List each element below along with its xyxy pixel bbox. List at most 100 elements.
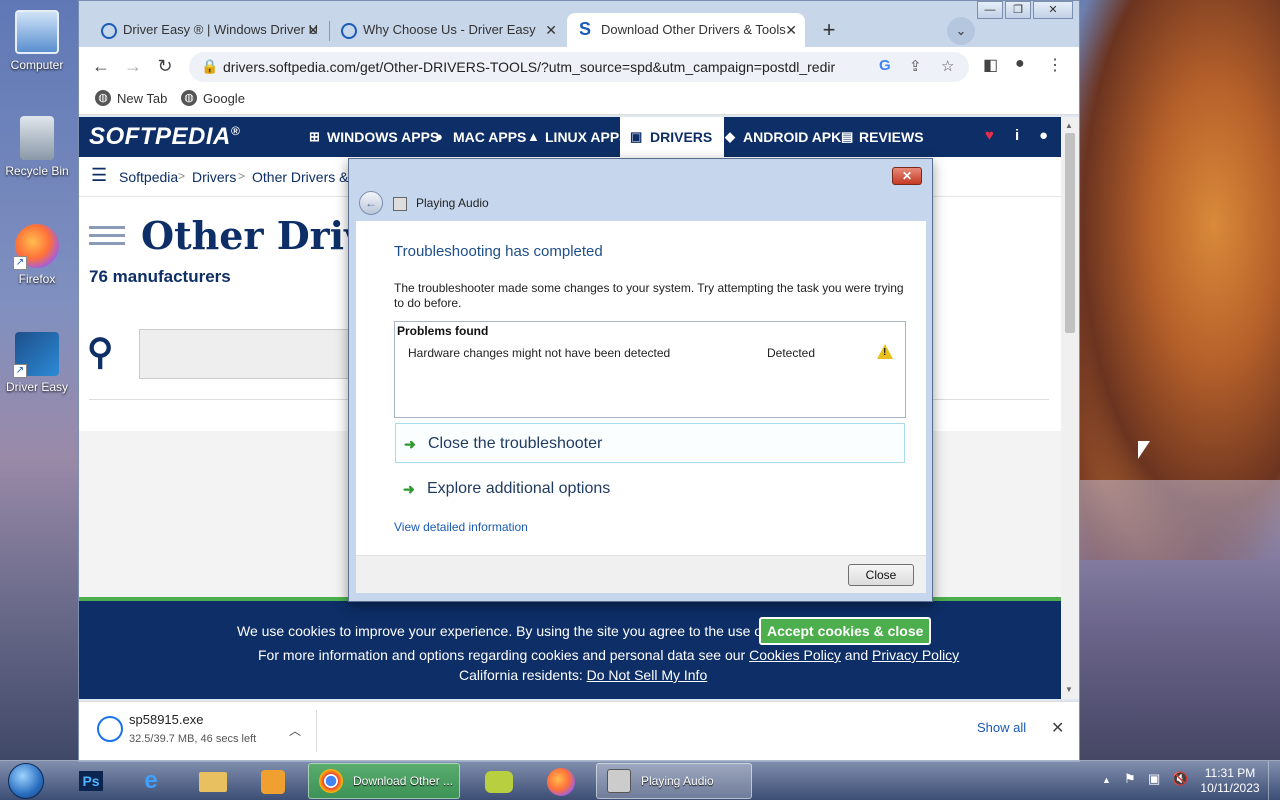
- driver-easy-icon: ↗: [13, 332, 59, 378]
- tab-search-button[interactable]: ⌄: [947, 17, 975, 45]
- cookie-info-line: For more information and options regardi…: [258, 647, 959, 663]
- share-icon[interactable]: ⇪: [909, 57, 922, 75]
- taskbar-internet-explorer[interactable]: e: [126, 764, 176, 798]
- download-progress-icon[interactable]: [97, 716, 123, 742]
- hamburger-icon[interactable]: ☰: [91, 165, 107, 186]
- desktop-icon-computer[interactable]: Computer: [0, 10, 74, 72]
- new-tab-button[interactable]: +: [815, 17, 843, 45]
- side-panel-icon[interactable]: ◧: [983, 55, 998, 75]
- breadcrumb-drivers[interactable]: Drivers: [192, 169, 236, 185]
- nav-linux-apps[interactable]: ▲ LINUX APPS: [525, 117, 629, 157]
- google-lens-icon[interactable]: G: [879, 57, 891, 74]
- dialog-close-button[interactable]: ✕: [892, 167, 922, 185]
- bookmark-google[interactable]: ◍ Google: [181, 90, 245, 106]
- bookmark-star-icon[interactable]: ☆: [941, 57, 954, 75]
- cookies-policy-link[interactable]: Cookies Policy: [749, 647, 841, 663]
- desktop-icon-label: Driver Easy: [5, 380, 68, 394]
- nav-windows-apps[interactable]: ⊞ WINDOWS APPS: [307, 117, 439, 157]
- network-icon[interactable]: ▣: [1148, 771, 1160, 787]
- nav-mac-apps[interactable]: ● MAC APPS: [433, 117, 526, 157]
- scroll-down-icon[interactable]: ▼: [1065, 685, 1073, 694]
- close-window-button[interactable]: ✕: [1033, 1, 1073, 19]
- driver-easy-favicon-icon: [101, 23, 117, 39]
- close-troubleshooter-option[interactable]: ➜ Close the troubleshooter: [395, 423, 905, 463]
- desktop-icon-label: Computer: [10, 58, 64, 72]
- scrollbar-thumb[interactable]: [1065, 133, 1075, 333]
- recycle-bin-icon: [20, 116, 54, 160]
- tray-expand-icon[interactable]: ▲: [1102, 775, 1111, 785]
- nav-label: ANDROID APK: [743, 129, 842, 145]
- cookie-banner: We use cookies to improve your experienc…: [79, 601, 1061, 699]
- close-button[interactable]: Close: [848, 564, 914, 586]
- taskbar-app-butterfly[interactable]: [474, 764, 524, 798]
- nav-drivers[interactable]: ▣ DRIVERS: [620, 117, 725, 157]
- downloads-bar: sp58915.exe 32.5/39.7 MB, 46 secs left ︿…: [79, 701, 1079, 761]
- back-button[interactable]: ←: [89, 55, 113, 79]
- firefox-icon: ↗: [13, 224, 59, 270]
- show-all-button[interactable]: Show all: [977, 720, 1026, 735]
- page-scrollbar[interactable]: ▲ ▼: [1061, 117, 1079, 699]
- taskbar-firefox[interactable]: [536, 764, 586, 798]
- start-button[interactable]: [8, 763, 44, 799]
- heart-icon[interactable]: ♥: [985, 127, 994, 144]
- wallpaper-rock: [1060, 0, 1280, 560]
- photoshop-icon: Ps: [79, 771, 103, 791]
- breadcrumb-softpedia[interactable]: Softpedia: [119, 169, 178, 185]
- dialog-title: Playing Audio: [416, 196, 489, 210]
- back-arrow-icon[interactable]: ←: [359, 191, 383, 215]
- chevron-up-icon[interactable]: ︿: [289, 722, 301, 739]
- address-bar[interactable]: 🔒 drivers.softpedia.com/get/Other-DRIVER…: [189, 52, 969, 82]
- accept-cookies-button[interactable]: Accept cookies & close: [759, 617, 932, 645]
- show-desktop-button[interactable]: [1268, 761, 1280, 800]
- explore-options-option[interactable]: ➜ Explore additional options: [395, 469, 905, 509]
- reload-button[interactable]: ↻: [153, 55, 177, 79]
- search-icon[interactable]: ⚲: [87, 331, 113, 373]
- minimize-button[interactable]: —: [977, 1, 1003, 19]
- view-details-link[interactable]: View detailed information: [394, 520, 528, 534]
- desktop-icon-driver-easy[interactable]: ↗ Driver Easy: [0, 332, 74, 394]
- taskbar-chrome-window[interactable]: Download Other ...: [308, 763, 460, 799]
- desktop-icon-recycle-bin[interactable]: Recycle Bin: [0, 116, 74, 178]
- menu-icon[interactable]: ⋮: [1047, 55, 1063, 75]
- close-tab-icon[interactable]: ✕: [307, 13, 319, 47]
- maximize-button[interactable]: ❐: [1005, 1, 1031, 19]
- close-tab-icon[interactable]: ✕: [785, 13, 797, 47]
- taskbar-explorer[interactable]: [188, 764, 238, 798]
- taskbar-window-label: Playing Audio: [641, 774, 714, 788]
- wallpaper-sea: [1060, 480, 1280, 760]
- dialog-heading: Troubleshooting has completed: [394, 243, 603, 260]
- scroll-up-icon[interactable]: ▲: [1065, 121, 1073, 130]
- nav-android-apk[interactable]: ◆ ANDROID APK: [723, 117, 841, 157]
- tab-softpedia-drivers[interactable]: S Download Other Drivers & Tools ✕: [567, 13, 805, 49]
- tab-why-choose-us[interactable]: Why Choose Us - Driver Easy ✕: [329, 13, 565, 49]
- softpedia-nav: SOFTPEDIA® ⊞ WINDOWS APPS ● MAC APPS ▲ LINU…: [79, 117, 1061, 157]
- desktop-icon-label: Firefox: [18, 272, 56, 286]
- clock[interactable]: 11:31 PM 10/11/2023: [1196, 766, 1264, 796]
- close-tab-icon[interactable]: ✕: [545, 13, 557, 47]
- volume-muted-icon[interactable]: 🔇: [1172, 771, 1188, 787]
- do-not-sell-link[interactable]: Do Not Sell My Info: [587, 667, 708, 683]
- download-filename[interactable]: sp58915.exe: [129, 712, 203, 727]
- user-icon[interactable]: ●: [1039, 127, 1048, 144]
- forward-button[interactable]: →: [121, 55, 145, 79]
- softpedia-logo[interactable]: SOFTPEDIA®: [89, 123, 240, 151]
- bookmarks-bar: ◍ New Tab ◍ Google: [79, 85, 1079, 115]
- tab-driver-easy[interactable]: Driver Easy ® | Windows Driver U ✕: [89, 13, 327, 49]
- desktop-icon-firefox[interactable]: ↗ Firefox: [0, 224, 74, 286]
- privacy-policy-link[interactable]: Privacy Policy: [872, 647, 959, 663]
- green-arrow-icon: ➜: [403, 481, 415, 497]
- taskbar-photoshop[interactable]: Ps: [66, 764, 116, 798]
- nav-reviews[interactable]: ▤ REVIEWS: [839, 117, 924, 157]
- firefox-icon: [547, 768, 575, 797]
- taskbar-media-player[interactable]: [248, 764, 298, 798]
- browser-toolbar: ← → ↻ 🔒 drivers.softpedia.com/get/Other-…: [79, 47, 1079, 85]
- profile-icon[interactable]: ●: [1015, 55, 1025, 73]
- bookmark-new-tab[interactable]: ◍ New Tab: [95, 90, 167, 106]
- problem-name[interactable]: Hardware changes might not have been det…: [408, 346, 670, 360]
- close-downloads-icon[interactable]: ✕: [1051, 718, 1064, 738]
- tab-label: Download Other Drivers & Tools: [601, 22, 786, 37]
- action-center-flag-icon[interactable]: ⚑: [1124, 771, 1136, 787]
- nav-label: REVIEWS: [859, 129, 924, 145]
- taskbar-playing-audio-window[interactable]: Playing Audio: [596, 763, 752, 799]
- info-icon[interactable]: i: [1015, 127, 1019, 144]
